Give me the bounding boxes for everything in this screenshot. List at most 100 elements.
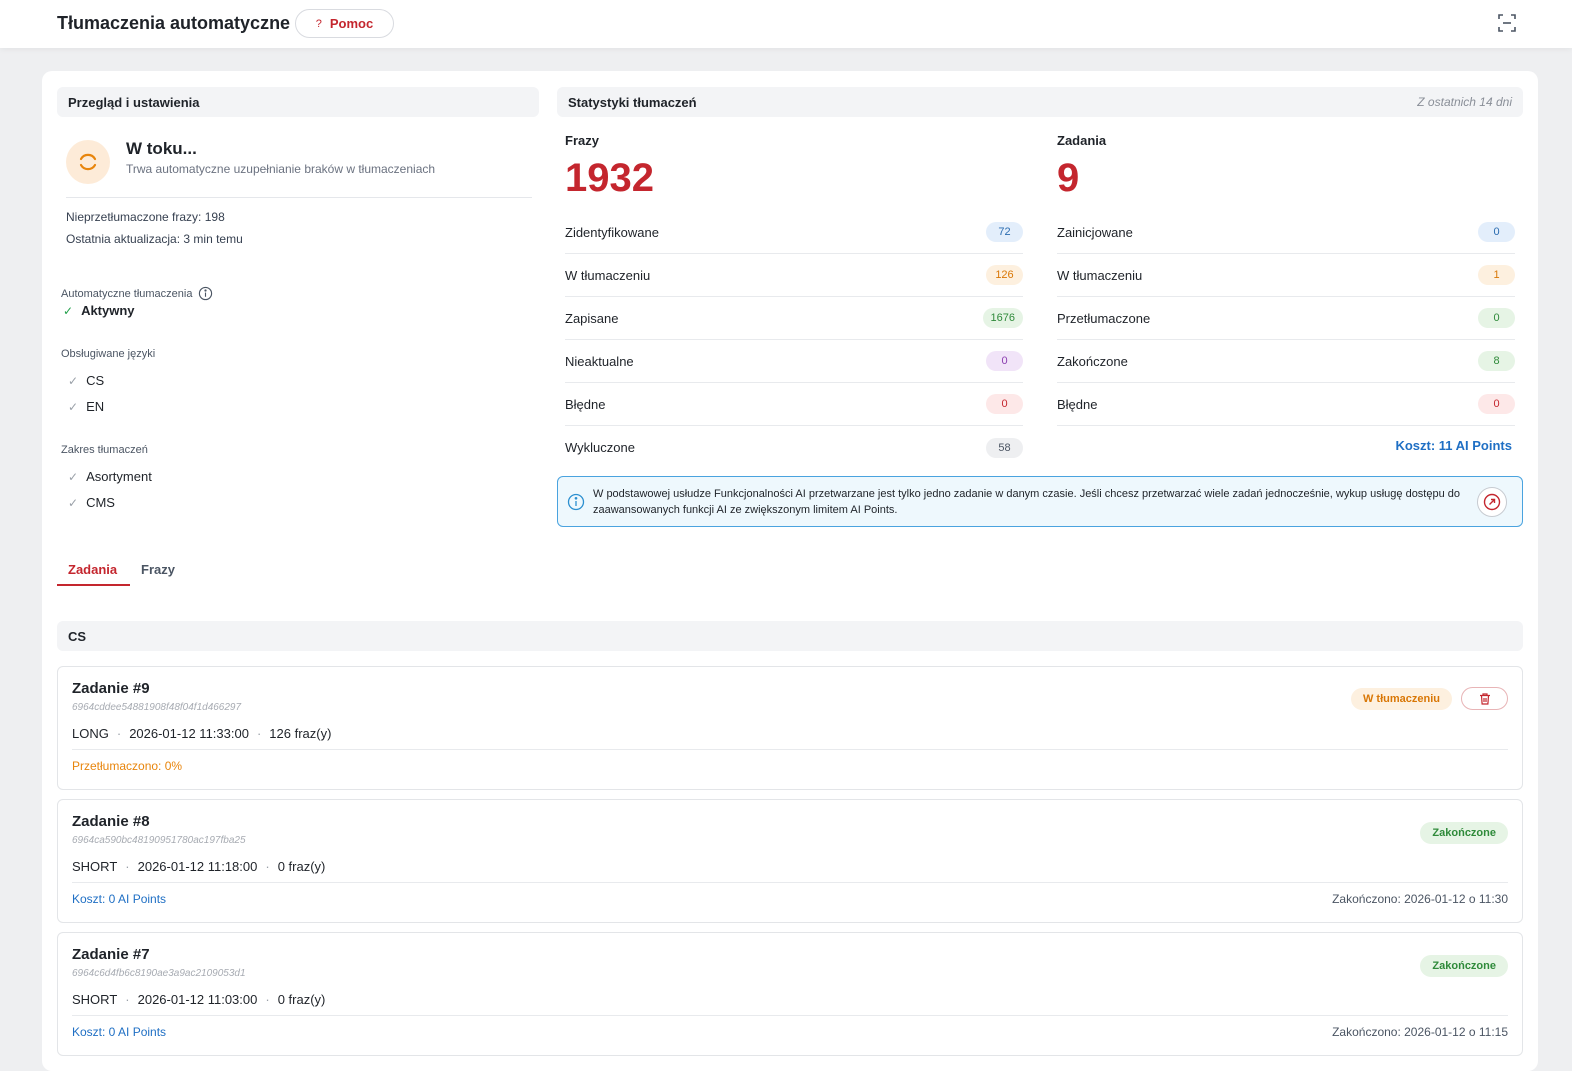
phrases-title: Frazy [565, 133, 599, 148]
status-title: W toku... [126, 139, 197, 158]
task-type: SHORT [72, 992, 118, 1007]
external-link-button[interactable] [1477, 487, 1507, 517]
task-meta: LONG · 2026-01-12 11:33:00 · 126 fraz(y) [72, 726, 331, 741]
question-icon: ? [315, 17, 322, 30]
count-badge: 58 [986, 437, 1023, 458]
tasks-row-errors: Błędne 0 [1057, 383, 1515, 426]
count-badge: 0 [1478, 308, 1515, 328]
info-icon [567, 493, 585, 511]
status-box: W toku... Trwa automatyczne uzupełnianie… [66, 138, 532, 198]
tasks-row-translated: Przetłumaczone 0 [1057, 297, 1515, 340]
language-label: EN [86, 399, 105, 414]
phrases-row-errors: Błędne 0 [565, 383, 1023, 426]
task-cost-link[interactable]: Koszt: 0 AI Points [72, 1025, 166, 1039]
scope-label-text: Asortyment [86, 469, 152, 484]
auto-translation-label: Automatyczne tłumaczenia [61, 286, 213, 301]
page-title: Tłumaczenia automatyczne [57, 13, 291, 33]
count-badge: 126 [986, 265, 1023, 285]
stats-header-label: Statystyki tłumaczeń [568, 94, 697, 110]
task-title: Zadanie #7 [72, 946, 150, 963]
task-progress: Przetłumaczono: 0% [72, 759, 183, 773]
row-label: Błędne [565, 396, 606, 412]
language-group-header: CS [57, 621, 1523, 651]
task-count: 0 fraz(y) [277, 992, 326, 1007]
row-label: Zidentyfikowane [565, 224, 659, 240]
phrases-row-outdated: Nieaktualne 0 [565, 340, 1023, 383]
status-subtitle: Trwa automatyczne uzupełnianie braków w … [126, 162, 436, 176]
scope-label: Zakres tłumaczeń [61, 444, 148, 456]
status-badge: Zakończone [1420, 955, 1508, 977]
info-text: W podstawowej usłudze Funkcjonalności AI… [593, 488, 1461, 516]
language-label: CS [86, 373, 105, 388]
row-label: Zapisane [565, 310, 619, 326]
count-badge: 0 [986, 351, 1023, 371]
task-count: 126 fraz(y) [269, 726, 332, 741]
scope-label-text: CMS [86, 495, 115, 510]
task-type: SHORT [72, 859, 118, 874]
task-hash: 6964c6d4fb6c8190ae3a9ac2109053d1 [72, 968, 246, 979]
count-badge: 1 [1478, 265, 1515, 285]
fullscreen-icon[interactable] [1496, 12, 1518, 34]
info-icon[interactable] [198, 286, 213, 301]
stats-period: Z ostatnich 14 dni [1417, 95, 1512, 109]
task-meta: SHORT · 2026-01-12 11:03:00 · 0 fraz(y) [72, 992, 325, 1007]
count-badge: 0 [1478, 222, 1515, 242]
row-label: Zakończone [1057, 353, 1128, 369]
separator-dot: · [256, 726, 262, 741]
count-badge: 0 [986, 394, 1023, 414]
help-label: Pomoc [329, 16, 374, 31]
delete-task-button[interactable] [1461, 687, 1508, 710]
language-item-cs: ✓ CS [68, 373, 104, 388]
task-title: Zadanie #9 [72, 680, 150, 697]
task-divider [72, 882, 1508, 883]
check-icon: ✓ [63, 303, 74, 318]
tab-tasks[interactable]: Zadania [68, 562, 117, 577]
task-finished: Zakończono: 2026-01-12 o 11:15 [1332, 1025, 1508, 1039]
separator-dot: · [265, 859, 270, 874]
task-date: 2026-01-12 11:18:00 [137, 859, 258, 874]
active-tab-indicator [57, 584, 130, 586]
status-badge: Zakończone [1420, 822, 1508, 844]
last-update: Ostatnia aktualizacja: 3 min temu [66, 232, 243, 246]
task-hash: 6964cddee54881908f48f04f1d466297 [72, 702, 242, 713]
overview-header: Przegląd i ustawienia [57, 87, 539, 117]
count-badge: 8 [1478, 351, 1515, 371]
phrases-row-excluded: Wykluczone 58 [565, 426, 1023, 469]
row-label: Przetłumaczone [1057, 310, 1151, 326]
task-date: 2026-01-12 11:33:00 [129, 726, 249, 741]
info-banner: W podstawowej usłudze Funkcjonalności AI… [557, 476, 1523, 527]
task-date: 2026-01-12 11:03:00 [137, 992, 258, 1007]
row-label: Zainicjowane [1057, 224, 1133, 240]
tab-phrases[interactable]: Frazy [141, 562, 175, 577]
scope-item-assortment: ✓ Asortyment [68, 469, 152, 484]
task-meta: SHORT · 2026-01-12 11:18:00 · 0 fraz(y) [72, 859, 325, 874]
phrases-row-translating: W tłumaczeniu 126 [565, 254, 1023, 297]
task-divider [72, 1015, 1508, 1016]
stats-header: Statystyki tłumaczeń Z ostatnich 14 dni [557, 87, 1523, 117]
count-badge: 1676 [982, 308, 1023, 328]
count-badge: 72 [986, 222, 1023, 242]
separator-dot: · [125, 992, 130, 1007]
tasks-row-finished: Zakończone 8 [1057, 340, 1515, 383]
task-count: 0 fraz(y) [277, 859, 326, 874]
separator-dot: · [125, 859, 130, 874]
task-card-7: Zadanie #7 6964c6d4fb6c8190ae3a9ac210905… [57, 932, 1523, 1056]
overview-header-label: Przegląd i ustawienia [68, 94, 200, 110]
row-label: Nieaktualne [565, 353, 634, 369]
task-cost-link[interactable]: Koszt: 0 AI Points [72, 892, 166, 906]
main-card: Przegląd i ustawienia W toku... Trwa aut… [42, 71, 1538, 1071]
help-button[interactable]: ? Pomoc [295, 9, 394, 38]
tasks-cost-link[interactable]: Koszt: 11 AI Points [1395, 438, 1512, 453]
separator-dot: · [265, 992, 270, 1007]
task-type: LONG [72, 726, 109, 741]
check-icon: ✓ [68, 495, 79, 510]
language-group-label: CS [68, 628, 87, 644]
task-finished: Zakończono: 2026-01-12 o 11:30 [1332, 892, 1508, 906]
task-hash: 6964ca590bc48190951780ac197fba25 [72, 835, 246, 846]
task-card-8: Zadanie #8 6964ca590bc48190951780ac197fb… [57, 799, 1523, 923]
task-divider [72, 749, 1508, 750]
external-link-icon [1483, 493, 1501, 511]
untranslated-count: Nieprzetłumaczone frazy: 198 [66, 210, 225, 224]
language-item-en: ✓ EN [68, 399, 104, 414]
tasks-row-initiated: Zainicjowane 0 [1057, 211, 1515, 254]
